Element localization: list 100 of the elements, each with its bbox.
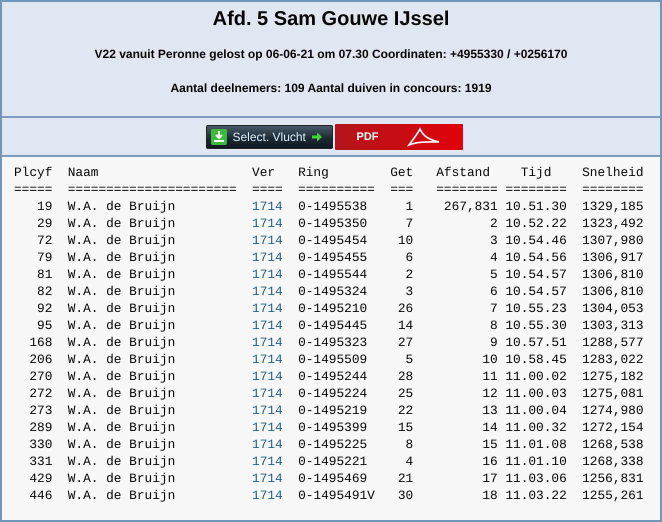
distance-cell: 14: [482, 419, 498, 436]
name-cell: W.A. de Bruijn: [68, 232, 176, 249]
ring-cell: 0-1495219: [298, 402, 368, 419]
place-cell: 72: [37, 232, 52, 249]
column-header: Get: [390, 164, 414, 181]
select-flight-button[interactable]: Select. Vlucht: [206, 124, 332, 148]
speed-cell: 1323,492: [582, 215, 644, 232]
name-cell: W.A. de Bruijn: [68, 368, 176, 385]
ring-cell: 0-1495455: [298, 249, 368, 266]
place-cell: 95: [37, 317, 52, 334]
ring-cell: 0-1495454: [298, 232, 368, 249]
distance-cell: 9: [490, 334, 498, 351]
speed-cell: 1275,182: [582, 368, 644, 385]
column-header: Naam: [68, 164, 98, 181]
club-cell: 1714: [252, 453, 283, 470]
club-cell: 1714: [252, 487, 283, 504]
pdf-button[interactable]: PDF: [334, 124, 462, 150]
name-cell: W.A. de Bruijn: [68, 249, 176, 266]
place-cell: 331: [29, 453, 52, 470]
speed-cell: 1255,261: [582, 487, 644, 504]
place-cell: 289: [29, 419, 52, 436]
speed-cell: 1272,154: [582, 419, 644, 436]
place-cell: 446: [29, 487, 52, 504]
count-cell: 15: [398, 419, 414, 436]
separator-line: ========: [582, 181, 644, 198]
separator-line: ========: [505, 181, 567, 198]
club-cell: 1714: [252, 266, 283, 283]
speed-cell: 1283,022: [582, 351, 644, 368]
distance-cell: 15: [482, 436, 498, 453]
ring-cell: 0-1495244: [298, 368, 368, 385]
ring-cell: 0-1495350: [298, 215, 368, 232]
club-cell: 1714: [252, 215, 283, 232]
club-cell: 1714: [252, 368, 283, 385]
place-cell: 79: [37, 249, 52, 266]
name-cell: W.A. de Bruijn: [68, 317, 176, 334]
time-cell: 11.00.32: [505, 419, 567, 436]
separator-line: ====: [252, 181, 283, 198]
place-cell: 429: [29, 470, 52, 487]
speed-cell: 1329,185: [582, 198, 644, 215]
name-cell: W.A. de Bruijn: [68, 385, 176, 402]
count-cell: 28: [398, 368, 414, 385]
ring-cell: 0-1495399: [298, 419, 368, 436]
name-cell: W.A. de Bruijn: [68, 470, 176, 487]
separator-line: ======================: [68, 181, 237, 198]
ring-cell: 0-1495323: [298, 334, 368, 351]
place-cell: 273: [29, 402, 52, 419]
distance-cell: 5: [490, 266, 498, 283]
column-header: Ring: [298, 164, 329, 181]
separator-line: ===: [390, 181, 414, 198]
time-cell: 10.58.45: [505, 351, 567, 368]
club-cell: 1714: [252, 402, 283, 419]
time-cell: 10.55.30: [505, 317, 567, 334]
club-cell: 1714: [252, 198, 283, 215]
speed-cell: 1306,810: [582, 283, 644, 300]
place-cell: 270: [29, 368, 52, 385]
club-cell: 1714: [252, 249, 283, 266]
distance-cell: 6: [490, 283, 498, 300]
speed-cell: 1268,338: [582, 453, 644, 470]
club-cell: 1714: [252, 436, 283, 453]
club-cell: 1714: [252, 283, 283, 300]
name-cell: W.A. de Bruijn: [68, 453, 176, 470]
release-info: V22 vanuit Peronne gelost op 06-06-21 om 07.30 Coordinaten: +4955330 / +0256170: [94, 46, 568, 62]
distance-cell: 10: [482, 351, 498, 368]
count-cell: 21: [398, 470, 414, 487]
count-cell: 4: [406, 453, 414, 470]
place-cell: 82: [37, 283, 52, 300]
place-cell: 92: [37, 300, 52, 317]
page-title: Afd. 5 Sam Gouwe IJssel: [212, 7, 450, 32]
count-cell: 8: [406, 436, 414, 453]
club-cell: 1714: [252, 470, 283, 487]
separator-line: ========: [436, 181, 498, 198]
time-cell: 11.01.08: [505, 436, 567, 453]
name-cell: W.A. de Bruijn: [68, 436, 176, 453]
ring-cell: 0-1495544: [298, 266, 368, 283]
club-cell: 1714: [252, 419, 283, 436]
name-cell: W.A. de Bruijn: [68, 351, 176, 368]
time-cell: 11.03.06: [505, 470, 567, 487]
count-cell: 30: [398, 487, 414, 504]
name-cell: W.A. de Bruijn: [68, 300, 176, 317]
count-cell: 25: [398, 385, 414, 402]
count-cell: 5: [406, 351, 414, 368]
speed-cell: 1306,917: [582, 249, 644, 266]
separator-line: ==========: [298, 181, 375, 198]
count-cell: 1: [406, 198, 414, 215]
club-cell: 1714: [252, 334, 283, 351]
column-header: Ver: [252, 164, 276, 181]
participant-info: Aantal deelnemers: 109 Aantal duiven in concours: 1919: [170, 80, 492, 96]
speed-cell: 1303,313: [582, 317, 644, 334]
distance-cell: 8: [490, 317, 498, 334]
distance-cell: 17: [482, 470, 498, 487]
time-cell: 10.54.46: [505, 232, 567, 249]
distance-cell: 12: [482, 385, 498, 402]
count-cell: 7: [406, 215, 414, 232]
name-cell: W.A. de Bruijn: [68, 334, 176, 351]
time-cell: 11.03.22: [505, 487, 567, 504]
speed-cell: 1275,081: [582, 385, 644, 402]
speed-cell: 1288,577: [582, 334, 644, 351]
count-cell: 6: [406, 249, 414, 266]
club-cell: 1714: [252, 351, 283, 368]
count-cell: 10: [398, 232, 414, 249]
